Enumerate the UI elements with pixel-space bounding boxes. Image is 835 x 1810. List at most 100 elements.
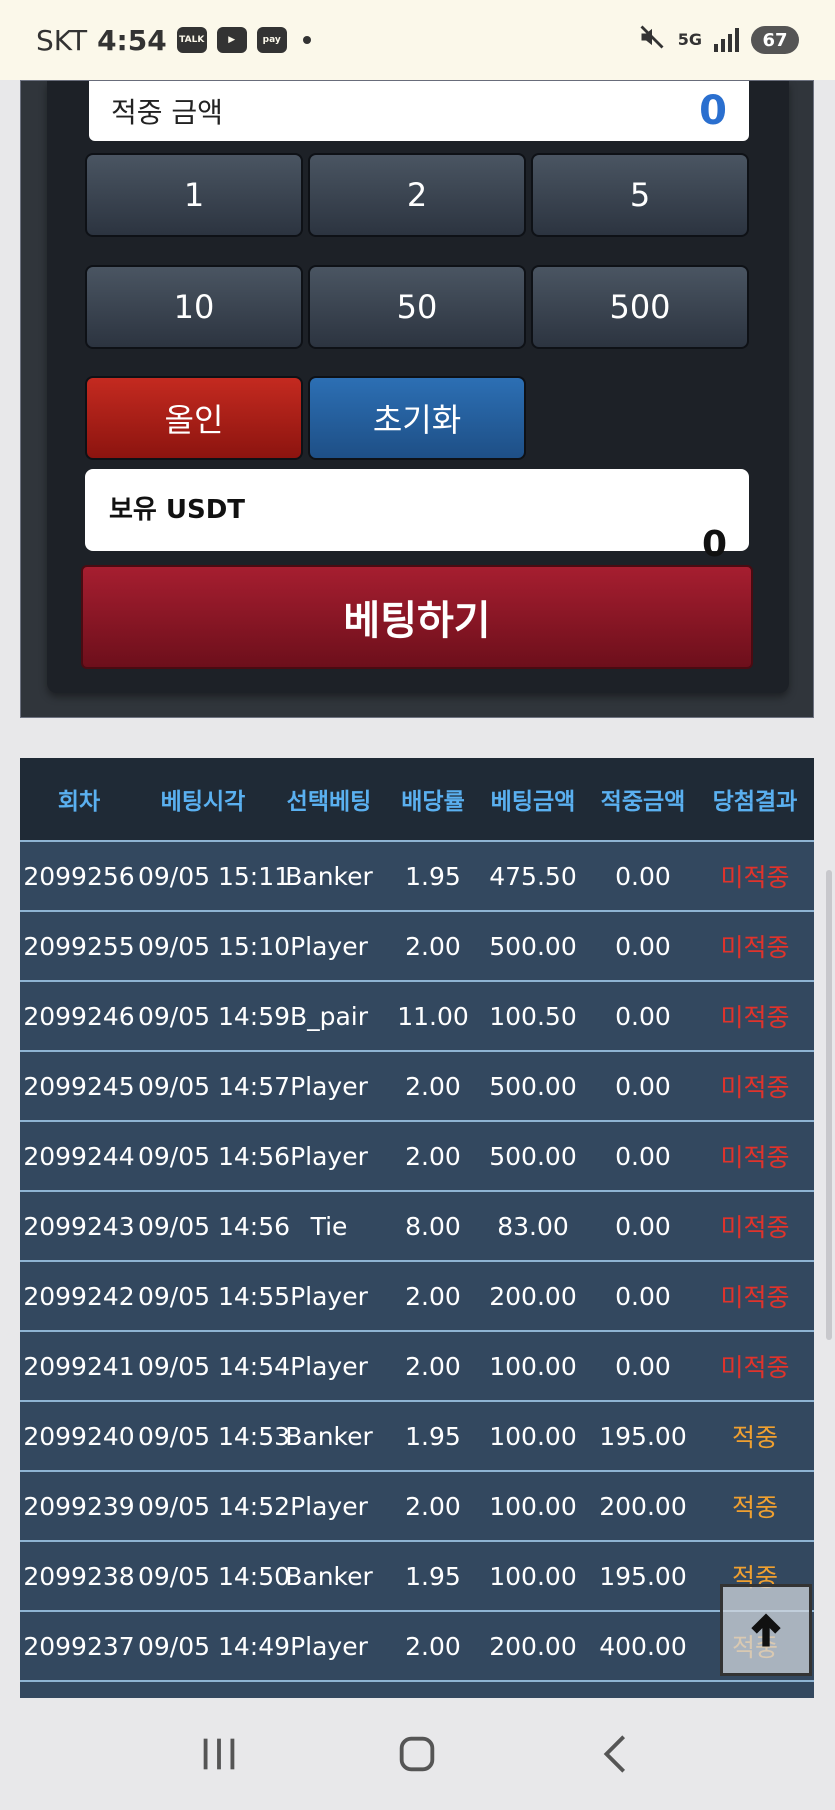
battery-icon: 67 (751, 26, 799, 54)
notification-dot-icon (302, 36, 311, 44)
chip-button-5[interactable]: 5 (531, 153, 749, 237)
cell-bet-time: 09/05 14:50 (138, 1561, 291, 1591)
carrier-label: SKT (36, 23, 88, 57)
cell-win-amount: 0.00 (615, 1001, 671, 1031)
header-odds: 배당률 (401, 789, 465, 815)
cell-selection: Player (290, 1141, 368, 1171)
table-header: 회차 베팅시각 선택베팅 배당률 베팅금액 적중금액 당첨결과 (20, 758, 814, 840)
cell-result: 미적중 (720, 1353, 790, 1382)
back-icon[interactable] (593, 1731, 639, 1777)
chip-button-500[interactable]: 500 (531, 265, 749, 349)
cell-odds: 1.95 (405, 861, 461, 891)
place-bet-button[interactable]: 베팅하기 (81, 565, 753, 669)
table-row: 2099239 09/05 14:52 Player 2.00 100.00 200.00… (20, 1470, 814, 1540)
cell-round: 2099240 (23, 1421, 135, 1451)
status-left: SKT 4:54 TALK ▶ pay (36, 24, 311, 57)
cell-round: 2099242 (23, 1281, 135, 1311)
signal-icon (714, 28, 739, 52)
cell-round: 2099256 (23, 861, 135, 891)
win-amount-label: 적중 금액 (111, 96, 223, 129)
cell-win-amount: 200.00 (599, 1491, 687, 1521)
scrollbar[interactable] (826, 870, 832, 1340)
cell-bet-amount: 83.00 (497, 1211, 569, 1241)
cell-bet-amount: 500.00 (489, 931, 577, 961)
cell-round: 2099255 (23, 931, 135, 961)
chip-button-10[interactable]: 10 (85, 265, 303, 349)
cell-bet-amount: 100.00 (489, 1491, 577, 1521)
cell-bet-amount: 100.00 (489, 1561, 577, 1591)
header-bet-amount: 베팅금액 (490, 789, 576, 815)
cell-bet-amount: 100.00 (489, 1421, 577, 1451)
cell-result: 미적중 (720, 1213, 790, 1242)
cell-result: 적중 (731, 1493, 778, 1522)
win-amount-box: 적중 금액 0 (89, 81, 749, 141)
cell-selection: Player (290, 1491, 368, 1521)
allin-button[interactable]: 올인 (85, 376, 303, 460)
header-win-amount: 적중금액 (600, 789, 686, 815)
cell-win-amount: 0.00 (615, 931, 671, 961)
cell-bet-time: 09/05 14:53 (138, 1421, 291, 1451)
cell-selection: Player (290, 1281, 368, 1311)
cell-bet-amount: 200.00 (489, 1281, 577, 1311)
cell-selection: Banker (285, 1561, 373, 1591)
usdt-balance-label: 보유 USDT (109, 495, 246, 525)
cell-selection: B_pair (289, 1001, 369, 1031)
cell-bet-time: 09/05 14:54 (138, 1351, 291, 1381)
recent-apps-icon[interactable] (196, 1731, 242, 1777)
home-icon[interactable] (394, 1731, 440, 1777)
cell-odds: 2.00 (405, 1491, 461, 1521)
usdt-balance-value: 0 (701, 524, 727, 565)
header-bet-time: 베팅시각 (160, 789, 246, 815)
cell-win-amount: 0.00 (615, 1071, 671, 1101)
table-row: 2099255 09/05 15:10 Player 2.00 500.00 0.00 미적… (20, 910, 814, 980)
usdt-balance-box: 보유 USDT 0 (85, 469, 749, 565)
header-selection: 선택베팅 (286, 789, 372, 815)
cell-result: 미적중 (720, 1073, 790, 1102)
cell-bet-amount: 100.00 (489, 1351, 577, 1381)
cell-selection: Player (290, 1631, 368, 1661)
cell-bet-time: 09/05 15:11 (138, 861, 291, 891)
table-row: 2099245 09/05 14:57 Player 2.00 500.00 0.00 미적… (20, 1050, 814, 1120)
status-bar: SKT 4:54 TALK ▶ pay 5G 67 (0, 0, 835, 80)
cell-odds: 11.00 (397, 1001, 469, 1031)
bet-history-table: 회차 베팅시각 선택베팅 배당률 베팅금액 적중금액 당첨결과 2099256 0… (20, 758, 814, 1698)
scroll-to-top-button[interactable] (720, 1584, 812, 1676)
chip-button-2[interactable]: 2 (308, 153, 526, 237)
cell-odds: 2.00 (405, 1281, 461, 1311)
cell-odds: 2.00 (405, 1351, 461, 1381)
talk-icon: TALK (176, 27, 207, 53)
betting-panel: 적중 금액 0 1 2 5 10 50 500 올인 초기화 보유 USDT 0… (20, 80, 814, 718)
betting-panel-inner: 적중 금액 0 1 2 5 10 50 500 올인 초기화 보유 USDT 0… (47, 81, 789, 693)
cell-round: 2099246 (23, 1001, 135, 1031)
cell-win-amount: 195.00 (599, 1421, 687, 1451)
cell-win-amount: 0.00 (615, 1141, 671, 1171)
cell-selection: Banker (285, 1421, 373, 1451)
cell-selection: Player (290, 931, 368, 961)
cell-bet-amount: 200.00 (489, 1631, 577, 1661)
header-round: 회차 (57, 789, 101, 815)
header-result: 당첨결과 (712, 789, 798, 815)
table-row: 2099256 09/05 15:11 Banker 1.95 475.50 0.00 미적… (20, 840, 814, 910)
cell-bet-time: 09/05 14:57 (138, 1071, 291, 1101)
reset-button[interactable]: 초기화 (308, 376, 526, 460)
table-row: 2099243 09/05 14:56 Tie 8.00 83.00 0.00 미적중 (20, 1190, 814, 1260)
cell-selection: Banker (285, 861, 373, 891)
table-body: 2099256 09/05 15:11 Banker 1.95 475.50 0.00 미적… (20, 840, 814, 1680)
chip-button-1[interactable]: 1 (85, 153, 303, 237)
arrow-up-icon (751, 1613, 781, 1647)
cell-result: 미적중 (720, 933, 790, 962)
chip-button-50[interactable]: 50 (308, 265, 526, 349)
cell-selection: Tie (310, 1211, 348, 1241)
cell-result: 적중 (731, 1423, 778, 1452)
cell-odds: 2.00 (405, 931, 461, 961)
cell-bet-amount: 500.00 (489, 1141, 577, 1171)
cell-result: 미적중 (720, 1143, 790, 1172)
cell-odds: 2.00 (405, 1071, 461, 1101)
cell-odds: 1.95 (405, 1561, 461, 1591)
pay-icon: pay (256, 27, 287, 53)
cell-round: 2099244 (23, 1141, 135, 1171)
cell-round: 2099237 (23, 1631, 135, 1661)
clock: 4:54 (97, 23, 167, 57)
cell-bet-time: 09/05 14:49 (138, 1631, 291, 1661)
table-row: 2099246 09/05 14:59 B_pair 11.00 100.50 0.00 미… (20, 980, 814, 1050)
